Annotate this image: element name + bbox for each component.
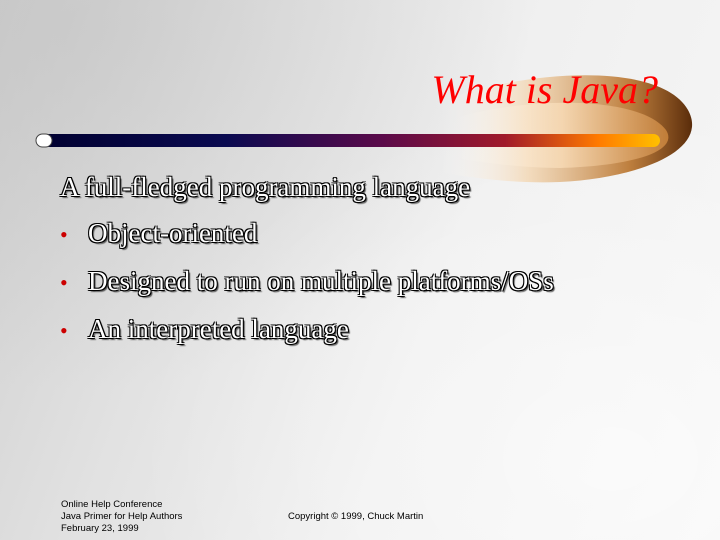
bar-left-cap (35, 133, 53, 148)
bullet-dot-icon: • (60, 270, 68, 295)
footer-copyright: Copyright © 1999, Chuck Martin (288, 511, 424, 522)
bullet-item: • An interpreted language (60, 310, 700, 350)
bullet-item: • Designed to run on multiple platforms/… (60, 262, 700, 302)
slide-body: A full-fledged programming language • Ob… (60, 168, 700, 358)
bullet-list: • Object-oriented • Designed to run on m… (60, 214, 700, 350)
bullet-text: Object-oriented (88, 218, 258, 248)
slide: What is Java? A full-fledged programming… (0, 0, 720, 540)
slide-title: What is Java? (431, 67, 658, 112)
footer-info: Online Help Conference Java Primer for H… (61, 499, 182, 535)
bullet-dot-icon: • (60, 222, 68, 247)
title-underline-bar (40, 134, 660, 147)
lead-text: A full-fledged programming language (60, 172, 471, 202)
bullet-dot-icon: • (60, 318, 68, 343)
bullet-text: Designed to run on multiple platforms/OS… (88, 266, 554, 296)
footer-date: February 23, 1999 (61, 523, 139, 534)
footer-conference: Online Help Conference (61, 499, 163, 510)
bullet-item: • Object-oriented (60, 214, 700, 254)
bullet-text: An interpreted language (88, 314, 349, 344)
footer-presentation-title: Java Primer for Help Authors (61, 511, 183, 522)
